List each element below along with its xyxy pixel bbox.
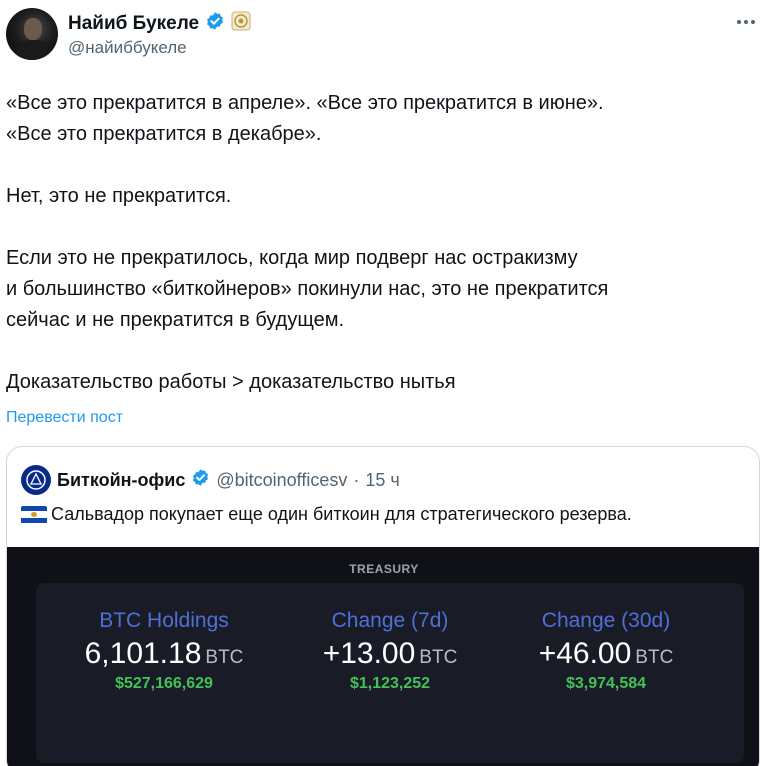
quoted-author-name[interactable]: Биткойн-офис [57, 470, 185, 491]
tweet-paragraph: Нет, это не прекратится. [6, 185, 232, 207]
el-salvador-flag-icon [21, 505, 47, 524]
quoted-author-handle[interactable]: @bitcoinofficesv [216, 470, 347, 491]
quoted-tweet-text-row: Сальвадор покупает еще один биткоин для … [21, 504, 632, 525]
stat-usd: $1,123,252 [349, 675, 431, 692]
verified-badge-icon [191, 468, 210, 492]
avatar-body-shape [16, 40, 50, 60]
quoted-media-image[interactable]: TREASURY BTC Holdings 6,101.18 BTC $527,1… [7, 547, 759, 766]
author-name-row: Найиб Букеле [68, 11, 251, 36]
stat-unit: BTC [635, 647, 674, 668]
stat-unit: BTC [205, 647, 244, 668]
stat-value-row: 6,101.18 BTC [46, 637, 282, 671]
stat-usd: $3,974,584 [565, 675, 647, 692]
treasury-stats-panel: BTC Holdings 6,101.18 BTC $527,166,629 Ch… [36, 583, 744, 763]
more-icon [736, 19, 756, 25]
government-badge-icon [231, 11, 251, 36]
tweet-paragraph: «Все это прекратится в апреле». «Все это… [6, 92, 604, 145]
bitcoin-office-seal-icon[interactable] [21, 465, 51, 495]
tweet-header: Найиб Букеле @найиббукеле [6, 8, 758, 64]
tweet-paragraph: Если это не прекратилось, когда мир подв… [6, 247, 609, 331]
quoted-tweet-header: Биткойн-офис @bitcoinofficesv · 15 ч [21, 465, 400, 495]
stat-usd: $527,166,629 [115, 675, 213, 692]
stat-value: +13.00 [322, 637, 416, 670]
tweet-text: «Все это прекратится в апреле». «Все это… [6, 88, 758, 398]
quoted-timestamp[interactable]: 15 ч [365, 470, 399, 491]
avatar-head-shape [24, 18, 42, 40]
stat-label: BTC Holdings [99, 609, 229, 632]
treasury-title: TREASURY [349, 562, 419, 576]
stat-value: 6,101.18 [84, 637, 202, 670]
author-display-name[interactable]: Найиб Букеле [68, 13, 199, 35]
stat-label: Change (7d) [331, 609, 449, 632]
meta-separator: · [353, 469, 360, 490]
author-handle[interactable]: @найиббукеле [68, 38, 187, 58]
avatar[interactable] [6, 8, 58, 60]
stat-value: +46.00 [538, 637, 632, 670]
tweet-paragraph: Доказательство работы > доказательство н… [6, 371, 456, 393]
stat-change-7d: Change (7d) +13.00 BTC $1,123,252 [272, 609, 508, 693]
more-options-button[interactable] [734, 12, 758, 32]
stat-value-row: +46.00 BTC [488, 637, 724, 671]
stat-value-row: +13.00 BTC [272, 637, 508, 671]
quoted-tweet-text: Сальвадор покупает еще один биткоин для … [51, 504, 632, 524]
stat-unit: BTC [419, 647, 458, 668]
stat-change-30d: Change (30d) +46.00 BTC $3,974,584 [488, 609, 724, 693]
quoted-tweet[interactable]: Биткойн-офис @bitcoinofficesv · 15 ч Сал… [6, 446, 760, 766]
stat-btc-holdings: BTC Holdings 6,101.18 BTC $527,166,629 [46, 609, 282, 693]
translate-post-link[interactable]: Перевести пост [6, 409, 123, 427]
verified-badge-icon [205, 11, 225, 36]
stat-label: Change (30d) [541, 609, 671, 632]
